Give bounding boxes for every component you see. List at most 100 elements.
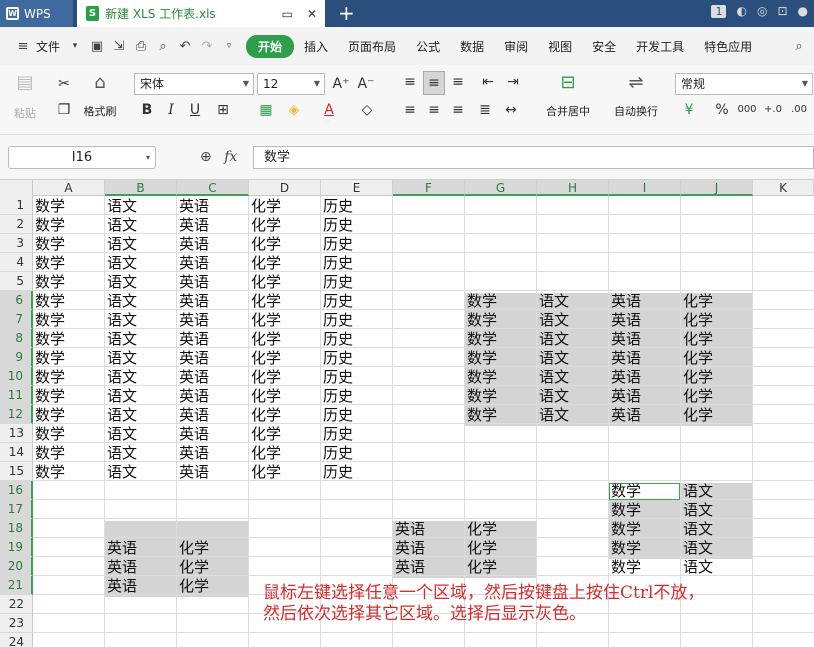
column-header-E[interactable]: E	[321, 180, 393, 196]
cell-B19[interactable]: 英语	[105, 538, 177, 557]
row-header-3[interactable]: 3	[0, 234, 33, 253]
align-center-icon[interactable]: ≡	[423, 99, 445, 121]
row-header-14[interactable]: 14	[0, 443, 33, 462]
cell-A15[interactable]: 数学	[33, 462, 105, 481]
cell-I8[interactable]: 英语	[609, 329, 681, 348]
wps-home-tab[interactable]: W WPS	[0, 0, 73, 27]
row-header-11[interactable]: 11	[0, 386, 33, 405]
save-icon[interactable]: ▣	[86, 39, 108, 54]
cell-B7[interactable]: 语文	[105, 310, 177, 329]
row-header-2[interactable]: 2	[0, 215, 33, 234]
cell-I19[interactable]: 数学	[609, 538, 681, 557]
name-box[interactable]: I16 ▾	[8, 146, 156, 169]
tab-home[interactable]: 开始	[246, 34, 295, 58]
column-header-J[interactable]: J	[681, 180, 753, 196]
column-header-K[interactable]: K	[753, 180, 814, 196]
cell-A3[interactable]: 数学	[33, 234, 105, 253]
cell-B9[interactable]: 语文	[105, 348, 177, 367]
thousands-icon[interactable]: 000	[736, 99, 758, 121]
cell-D5[interactable]: 化学	[249, 272, 321, 291]
decrease-font-icon[interactable]: A⁻	[355, 73, 377, 95]
cell-C1[interactable]: 英语	[177, 196, 249, 215]
cell-I10[interactable]: 英语	[609, 367, 681, 386]
row-header-19[interactable]: 19	[0, 538, 33, 557]
cell-A8[interactable]: 数学	[33, 329, 105, 348]
row-header-12[interactable]: 12	[0, 405, 33, 424]
cell-C21[interactable]: 化学	[177, 576, 249, 595]
cell-A10[interactable]: 数学	[33, 367, 105, 386]
cell-J7[interactable]: 化学	[681, 310, 753, 329]
cell-E12[interactable]: 历史	[321, 405, 393, 424]
cell-J20[interactable]: 语文	[681, 557, 753, 576]
cell-I20[interactable]: 数学	[609, 557, 681, 576]
select-all-corner[interactable]	[0, 180, 33, 196]
cell-C7[interactable]: 英语	[177, 310, 249, 329]
row-header-5[interactable]: 5	[0, 272, 33, 291]
cell-B10[interactable]: 语文	[105, 367, 177, 386]
row-header-13[interactable]: 13	[0, 424, 33, 443]
cell-B11[interactable]: 语文	[105, 386, 177, 405]
skin-icon[interactable]: ◐	[736, 4, 746, 18]
cell-E6[interactable]: 历史	[321, 291, 393, 310]
underline-icon[interactable]: U	[184, 99, 206, 121]
cell-D9[interactable]: 化学	[249, 348, 321, 367]
cell-B14[interactable]: 语文	[105, 443, 177, 462]
row-header-21[interactable]: 21	[0, 576, 33, 595]
column-header-F[interactable]: F	[393, 180, 465, 196]
cell-D3[interactable]: 化学	[249, 234, 321, 253]
cell-G11[interactable]: 数学	[465, 386, 537, 405]
increase-indent-icon[interactable]: ⇥	[502, 71, 524, 93]
tab-review[interactable]: 审阅	[494, 38, 538, 55]
italic-icon[interactable]: I	[160, 99, 182, 121]
cell-B8[interactable]: 语文	[105, 329, 177, 348]
undo-icon[interactable]: ↶	[174, 39, 196, 54]
row-header-20[interactable]: 20	[0, 557, 33, 576]
cell-A5[interactable]: 数学	[33, 272, 105, 291]
cell-A11[interactable]: 数学	[33, 386, 105, 405]
cell-D13[interactable]: 化学	[249, 424, 321, 443]
column-header-G[interactable]: G	[465, 180, 537, 196]
increase-decimal-icon[interactable]: +.0	[762, 99, 784, 121]
cell-G8[interactable]: 数学	[465, 329, 537, 348]
cell-D12[interactable]: 化学	[249, 405, 321, 424]
column-header-I[interactable]: I	[609, 180, 681, 196]
fill-color-icon[interactable]: ◈	[283, 99, 305, 121]
number-format-select[interactable]: 常规 ▼	[675, 73, 813, 95]
cell-B21[interactable]: 英语	[105, 576, 177, 595]
row-header-1[interactable]: 1	[0, 196, 33, 215]
cell-E1[interactable]: 历史	[321, 196, 393, 215]
wrap-text-button[interactable]: ⇌ 自动换行	[608, 73, 664, 119]
cell-B6[interactable]: 语文	[105, 291, 177, 310]
increase-font-icon[interactable]: A⁺	[330, 73, 352, 95]
file-menu[interactable]: 文件	[34, 38, 64, 55]
cell-D4[interactable]: 化学	[249, 253, 321, 272]
bold-icon[interactable]: B	[136, 99, 158, 121]
column-header-C[interactable]: C	[177, 180, 249, 196]
cell-G18[interactable]: 化学	[465, 519, 537, 538]
cell-H12[interactable]: 语文	[537, 405, 609, 424]
distributed-icon[interactable]: ↔	[500, 99, 522, 121]
cell-E9[interactable]: 历史	[321, 348, 393, 367]
column-header-H[interactable]: H	[537, 180, 609, 196]
tab-view[interactable]: 视图	[538, 38, 582, 55]
cell-J18[interactable]: 语文	[681, 519, 753, 538]
print-preview-icon[interactable]: ⌕	[152, 39, 174, 54]
cell-E4[interactable]: 历史	[321, 253, 393, 272]
cut-icon[interactable]: ✂	[53, 73, 75, 95]
tab-page-layout[interactable]: 页面布局	[338, 38, 406, 55]
zoom-formula-icon[interactable]: ⊕	[200, 149, 212, 165]
align-bottom-icon[interactable]: ≡	[447, 71, 469, 93]
cell-J10[interactable]: 化学	[681, 367, 753, 386]
cell-I17[interactable]: 数学	[609, 500, 681, 519]
cell-J12[interactable]: 化学	[681, 405, 753, 424]
cell-A7[interactable]: 数学	[33, 310, 105, 329]
cell-A1[interactable]: 数学	[33, 196, 105, 215]
decrease-indent-icon[interactable]: ⇤	[477, 71, 499, 93]
row-header-24[interactable]: 24	[0, 633, 33, 647]
row-header-23[interactable]: 23	[0, 614, 33, 633]
cell-E8[interactable]: 历史	[321, 329, 393, 348]
fx-icon[interactable]: fx	[224, 149, 237, 165]
cell-D1[interactable]: 化学	[249, 196, 321, 215]
cell-C11[interactable]: 英语	[177, 386, 249, 405]
cell-C9[interactable]: 英语	[177, 348, 249, 367]
